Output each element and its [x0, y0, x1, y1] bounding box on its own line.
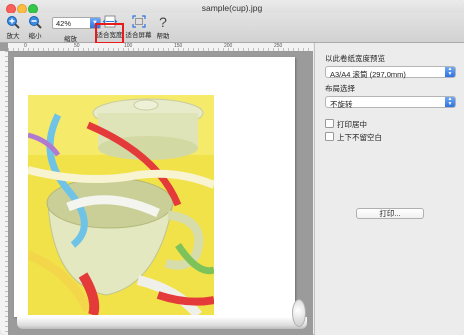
toolbar: 放大 缩小 42% ▼ 缩放 适合宽度 适合屏幕 ? 帮助	[0, 13, 464, 44]
ruler-mark: 100	[124, 42, 133, 49]
no-margin-label: 上下不留空白	[337, 133, 382, 142]
fit-screen-label: 适合屏幕	[125, 32, 152, 39]
layout-value: 不旋转	[330, 99, 353, 109]
center-print-label: 打印居中	[337, 120, 367, 129]
ruler-mark: 200	[224, 42, 233, 49]
zoom-in-icon	[7, 16, 20, 29]
stepper-arrows-icon: ▲ ▼	[445, 67, 455, 77]
layout-label: 布局选择	[325, 84, 355, 93]
paper-size-select[interactable]: A3/A4 滚筒 (297,0mm) ▲ ▼	[325, 66, 456, 79]
fit-width-highlight	[95, 23, 124, 44]
ruler-mark: 150	[174, 42, 183, 49]
zoom-out-button[interactable]: 缩小	[26, 15, 44, 40]
cup-photo	[28, 95, 214, 315]
preview-width-label: 以此卷纸宽度预览	[325, 54, 385, 63]
zoom-out-icon	[29, 16, 42, 29]
help-label: 帮助	[156, 33, 170, 40]
zoom-caption: 缩放	[64, 36, 77, 43]
stepper-arrows-icon: ▲ ▼	[445, 97, 455, 107]
zoom-select[interactable]: 42% ▼	[52, 17, 101, 29]
vertical-ruler	[0, 51, 9, 335]
print-button[interactable]: 打印...	[356, 208, 424, 219]
settings-panel: 以此卷纸宽度预览 A3/A4 滚筒 (297,0mm) ▲ ▼ 布局选择 不旋转 …	[314, 43, 464, 335]
paper-preview	[14, 57, 295, 317]
preview-area[interactable]: 0 50 100 150 200 250	[0, 43, 313, 335]
ruler-mark: 250	[274, 42, 283, 49]
svg-text:?: ?	[159, 15, 167, 29]
help-button[interactable]: ? 帮助	[154, 15, 172, 40]
layout-select[interactable]: 不旋转 ▲ ▼	[325, 96, 456, 109]
paper-roll	[17, 317, 307, 329]
ruler-mark: 0	[24, 42, 27, 49]
checkbox-box	[325, 119, 334, 128]
zoom-in-label: 放大	[6, 33, 20, 40]
zoom-out-label: 缩小	[28, 33, 42, 40]
paper-roll-end	[292, 299, 306, 327]
checkbox-box	[325, 132, 334, 141]
fit-screen-button[interactable]: 适合屏幕	[125, 15, 152, 39]
ruler-mark: 50	[74, 42, 80, 49]
window-title: sample(cup).jpg	[201, 3, 263, 13]
app-window: sample(cup).jpg 放大 缩小 42% ▼ 缩放 适合宽度 适合屏幕…	[0, 0, 464, 335]
zoom-value: 42%	[56, 19, 72, 28]
zoom-in-button[interactable]: 放大	[4, 15, 22, 40]
paper-size-value: A3/A4 滚筒 (297,0mm)	[330, 69, 406, 79]
help-icon: ?	[159, 15, 167, 29]
fit-screen-icon	[131, 15, 146, 28]
horizontal-ruler: 0 50 100 150 200 250	[8, 43, 313, 52]
